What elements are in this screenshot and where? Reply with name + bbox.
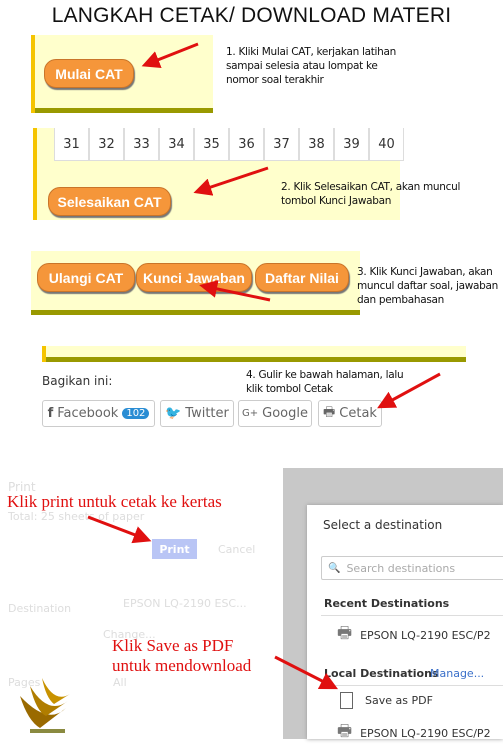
question-number-35[interactable]: 35 [194,128,229,161]
twitter-label: Twitter [185,406,229,421]
cetak-label: Cetak [339,406,377,421]
kunci-jawaban-button[interactable]: Kunci Jawaban [136,263,252,292]
local-printer-label: EPSON LQ-2190 ESC/P2 [360,727,491,740]
google-label: Google [262,406,308,421]
question-number-37[interactable]: 37 [264,128,299,161]
question-number-36[interactable]: 36 [229,128,264,161]
step4-panel [42,346,466,362]
question-number-40[interactable]: 40 [369,128,404,161]
search-icon: 🔍 [328,562,341,574]
share-label: Bagikan ini: [42,374,113,388]
facebook-count: 102 [122,408,150,419]
save-as-pdf-item[interactable]: Save as PDF [340,692,433,709]
pages-value: All [113,676,127,689]
twitter-icon: 🐦 [165,406,182,421]
print-button[interactable]: Print [152,539,197,559]
logo-icon [20,678,70,733]
step2-note: 2. Klik Selesaikan CAT, akan muncul tomb… [281,181,461,207]
search-destinations-input[interactable]: 🔍 Search destinations [321,556,503,580]
daftar-nilai-button[interactable]: Daftar Nilai [255,263,349,292]
question-number-34[interactable]: 34 [159,128,194,161]
cancel-button[interactable]: Cancel [218,543,255,556]
save-as-pdf-label: Save as PDF [365,694,433,707]
cetak-button[interactable]: 🖶 Cetak [318,400,382,427]
local-destinations-heading: Local Destinations [324,667,439,680]
recent-destinations-heading: Recent Destinations [324,597,450,610]
document-icon [340,692,353,709]
printer-icon: 🖶 [337,623,353,642]
destination-dialog: Select a destination 🔍 Search destination… [307,505,503,740]
mulai-cat-button[interactable]: Mulai CAT [44,59,134,88]
step3-note: 3. Klik Kunci Jawaban, akan muncul dafta… [357,266,498,306]
printer-icon: 🖶 [337,721,353,740]
question-number-38[interactable]: 38 [299,128,334,161]
print-annotation: Klik print untuk cetak ke kertas [7,492,222,511]
destination-label: Destination [8,602,72,615]
question-number-32[interactable]: 32 [89,128,124,161]
printer-icon: 🖶 [323,404,336,420]
question-number-31[interactable]: 31 [54,128,89,161]
facebook-label: Facebook [57,406,119,421]
facebook-icon: f [47,406,54,421]
manage-link[interactable]: Manage... [430,667,484,680]
facebook-share-button[interactable]: f Facebook 102 [42,400,155,427]
local-printer-item[interactable]: 🖶 EPSON LQ-2190 ESC/P2 [337,720,491,747]
step4-note: 4. Gulir ke bawah halaman, lalu klik tom… [246,369,404,395]
dialog-title: Select a destination [323,518,443,532]
google-share-button[interactable]: G+ Google [238,400,312,427]
question-number-39[interactable]: 39 [334,128,369,161]
step1-note: 1. Kliki Mulai CAT, kerjakan latihan sam… [226,46,397,86]
recent-destination-item[interactable]: 🖶 EPSON LQ-2190 ESC/P2 [337,622,491,649]
selesaikan-cat-button[interactable]: Selesaikan CAT [48,187,171,216]
twitter-share-button[interactable]: 🐦 Twitter [160,400,234,427]
question-number-33[interactable]: 33 [124,128,159,161]
google-plus-icon: G+ [242,408,259,419]
page-title: LANGKAH CETAK/ DOWNLOAD MATERI [51,4,452,27]
recent-item-label: EPSON LQ-2190 ESC/P2 [360,629,491,642]
ulangi-cat-button[interactable]: Ulangi CAT [37,263,135,292]
pdf-annotation-2: untuk mendownload [112,656,252,675]
destination-value: EPSON LQ-2190 ESC... [123,597,247,610]
search-placeholder: Search destinations [346,561,456,575]
pdf-annotation-1: Klik Save as PDF [112,636,234,655]
